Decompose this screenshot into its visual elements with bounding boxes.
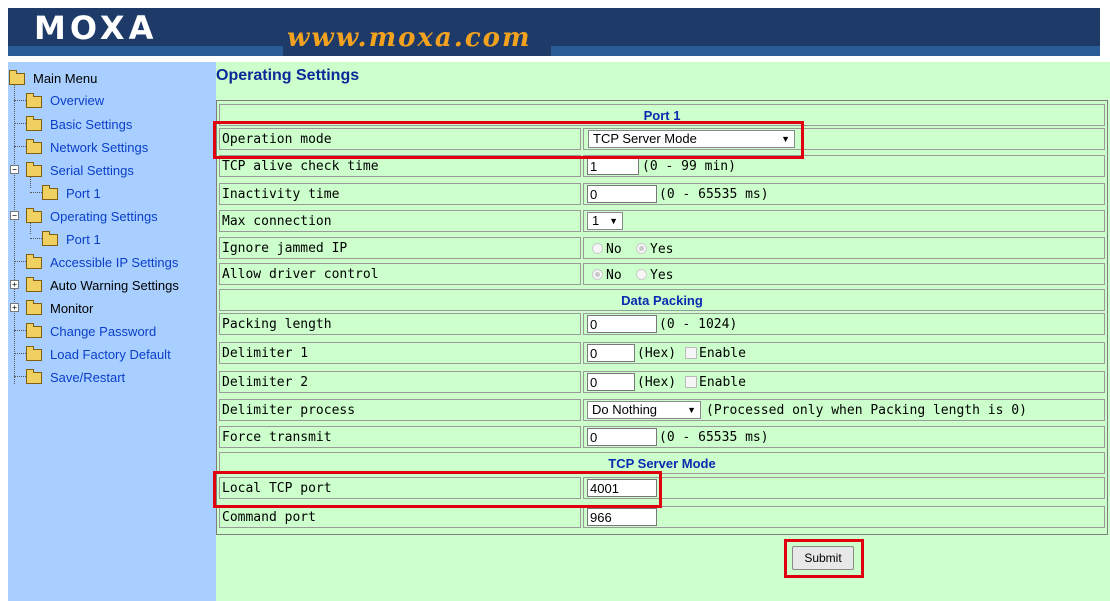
driver-control-no-radio[interactable] <box>592 269 603 280</box>
url-text: www.moxa.com <box>287 23 532 53</box>
force-transmit-range: (0 - 65535 ms) <box>659 430 769 445</box>
open-folder-icon <box>9 70 25 85</box>
delimiter-1-cell: 0 (Hex) Enable <box>583 342 1105 364</box>
header-stripe <box>8 46 1100 56</box>
moxa-logo: MOXA <box>34 9 158 47</box>
folder-icon <box>26 369 42 384</box>
tree-line <box>14 84 15 384</box>
sidebar-item-basic-settings[interactable]: Basic Settings <box>50 117 132 132</box>
delimiter-1-enable-label: Enable <box>699 346 746 361</box>
sidebar-item-operating-settings[interactable]: Operating Settings <box>50 209 158 224</box>
delimiter-process-cell: Do Nothing ▼ (Processed only when Packing… <box>583 399 1105 421</box>
sidebar-item-serial-port-1[interactable]: Port 1 <box>66 186 101 201</box>
ignore-jammed-label: Ignore jammed IP <box>219 237 581 259</box>
max-connection-value: 1 <box>592 213 600 228</box>
sidebar-item-auto-warning[interactable]: Auto Warning Settings <box>50 278 179 293</box>
packing-length-input[interactable]: 0 <box>587 315 657 333</box>
max-connection-label: Max connection <box>219 210 581 232</box>
collapse-icon[interactable]: − <box>10 165 19 174</box>
tcp-alive-input[interactable]: 1 <box>587 157 639 175</box>
tree-line <box>30 176 31 188</box>
delimiter-2-hex: (Hex) <box>637 375 677 390</box>
delimiter-1-enable-checkbox[interactable] <box>685 347 697 359</box>
inactivity-label: Inactivity time <box>219 183 581 205</box>
ignore-jammed-no-radio[interactable] <box>592 243 603 254</box>
driver-control-yes-label: Yes <box>650 268 674 283</box>
packing-length-cell: 0 (0 - 1024) <box>583 313 1105 335</box>
ignore-jammed-no-label: No <box>606 242 622 257</box>
folder-icon <box>26 346 42 361</box>
collapse-icon[interactable]: − <box>10 211 19 220</box>
sidebar-item-load-factory-default[interactable]: Load Factory Default <box>50 347 171 362</box>
tree-line <box>30 222 31 234</box>
folder-icon <box>42 185 58 200</box>
section-header-data-packing: Data Packing <box>219 289 1105 311</box>
sidebar-item-overview[interactable]: Overview <box>50 93 104 108</box>
command-port-input[interactable]: 966 <box>587 508 657 526</box>
folder-icon <box>42 231 58 246</box>
sidebar-item-save-restart[interactable]: Save/Restart <box>50 370 125 385</box>
folder-icon <box>26 116 42 131</box>
delimiter-process-value: Do Nothing <box>592 402 658 417</box>
ignore-jammed-cell: No Yes <box>583 237 1105 259</box>
inactivity-input[interactable]: 0 <box>587 185 657 203</box>
delimiter-2-input[interactable]: 0 <box>587 373 635 391</box>
folder-icon <box>26 254 42 269</box>
highlight-box-operation-mode <box>213 121 804 159</box>
driver-control-yes-radio[interactable] <box>636 269 647 280</box>
delimiter-1-input[interactable]: 0 <box>587 344 635 362</box>
url-banner: www.moxa.com <box>283 18 551 56</box>
tcp-alive-range: (0 - 99 min) <box>642 159 736 174</box>
sidebar-item-operating-port-1[interactable]: Port 1 <box>66 232 101 247</box>
page-title: Operating Settings <box>216 67 360 84</box>
expand-icon[interactable]: + <box>10 280 19 289</box>
delimiter-1-hex: (Hex) <box>637 346 677 361</box>
delimiter-2-label: Delimiter 2 <box>219 371 581 393</box>
command-port-label: Command port <box>219 506 581 528</box>
driver-control-no-label: No <box>606 268 622 283</box>
highlight-box-local-tcp-port <box>213 471 662 508</box>
highlight-box-submit <box>784 539 864 578</box>
delimiter-process-label: Delimiter process <box>219 399 581 421</box>
max-connection-select[interactable]: 1 ▼ <box>587 212 623 230</box>
delimiter-2-cell: 0 (Hex) Enable <box>583 371 1105 393</box>
inactivity-range: (0 - 65535 ms) <box>659 187 769 202</box>
delimiter-process-select[interactable]: Do Nothing ▼ <box>587 401 701 419</box>
delimiter-1-label: Delimiter 1 <box>219 342 581 364</box>
driver-control-label: Allow driver control <box>219 263 581 285</box>
expand-icon[interactable]: + <box>10 303 19 312</box>
force-transmit-label: Force transmit <box>219 426 581 448</box>
folder-icon <box>26 323 42 338</box>
sidebar-item-monitor[interactable]: Monitor <box>50 301 93 316</box>
folder-icon <box>26 277 42 292</box>
open-folder-icon <box>26 208 42 223</box>
packing-length-range: (0 - 1024) <box>659 317 738 332</box>
command-port-cell: 966 <box>583 506 1105 528</box>
folder-icon <box>26 93 42 108</box>
force-transmit-input[interactable]: 0 <box>587 428 657 446</box>
ignore-jammed-yes-radio[interactable] <box>636 243 647 254</box>
dropdown-arrow-icon: ▼ <box>609 216 618 226</box>
delimiter-process-note: (Processed only when Packing length is 0… <box>706 403 1027 418</box>
header: MOXA www.moxa.com <box>0 0 1110 62</box>
sidebar: Main Menu Overview Basic Settings Networ… <box>8 62 216 601</box>
delimiter-2-enable-checkbox[interactable] <box>685 376 697 388</box>
folder-icon <box>26 300 42 315</box>
sidebar-item-serial-settings[interactable]: Serial Settings <box>50 163 134 178</box>
sidebar-root[interactable]: Main Menu <box>33 71 97 86</box>
sidebar-item-network-settings[interactable]: Network Settings <box>50 140 148 155</box>
sidebar-item-change-password[interactable]: Change Password <box>50 324 156 339</box>
delimiter-2-enable-label: Enable <box>699 375 746 390</box>
force-transmit-cell: 0 (0 - 65535 ms) <box>583 426 1105 448</box>
sidebar-item-accessible-ip[interactable]: Accessible IP Settings <box>50 255 178 270</box>
open-folder-icon <box>26 162 42 177</box>
dropdown-arrow-icon: ▼ <box>687 405 696 415</box>
ignore-jammed-yes-label: Yes <box>650 242 674 257</box>
packing-length-label: Packing length <box>219 313 581 335</box>
inactivity-cell: 0 (0 - 65535 ms) <box>583 183 1105 205</box>
driver-control-cell: No Yes <box>583 263 1105 285</box>
max-connection-cell: 1 ▼ <box>583 210 1105 232</box>
folder-icon <box>26 139 42 154</box>
